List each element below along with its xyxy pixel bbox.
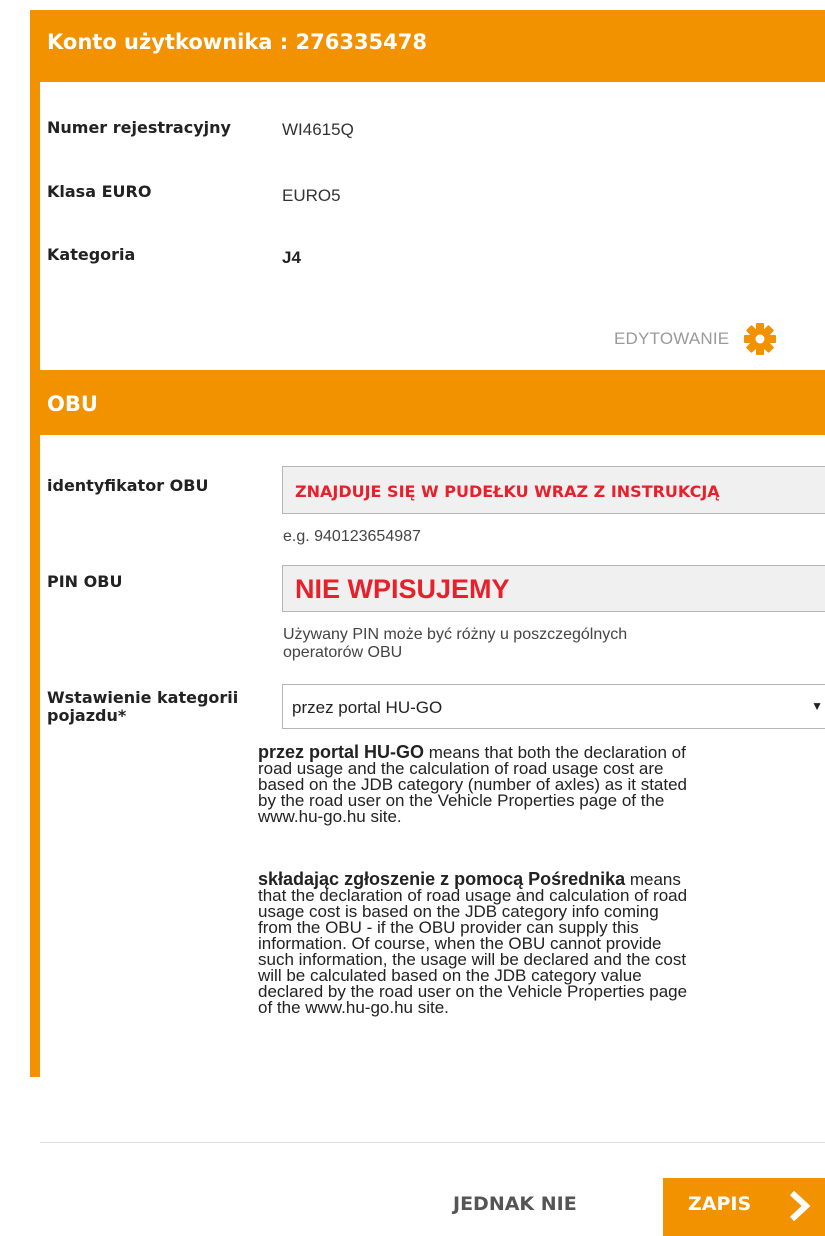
obu-pin-label: PIN OBU [47,572,123,591]
obu-pin-hint-1: Używany PIN może być różny u poszczególn… [283,626,628,643]
category-value: J4 [282,248,301,267]
obu-id-value: ZNAJDUJE SIĘ W PUDEŁKU WRAZ Z INSTRUKCJĄ [295,482,720,501]
save-button[interactable]: ZAPIS [663,1178,825,1236]
edit-button[interactable]: EDYTOWANIE [614,322,777,356]
obu-pin-value: NIE WPISUJEMY [295,574,510,604]
euro-class-label: Klasa EURO [47,182,152,201]
registration-value: WI4615Q [282,120,354,139]
obu-pin-hint-2: operatorów OBU [283,644,403,661]
obu-title: OBU [47,392,98,416]
obu-id-label: identyfikator OBU [47,476,209,495]
vehicle-category-select[interactable]: przez portal HU-GO ▼ [282,684,825,729]
footer-divider [40,1142,825,1143]
desc-intermediary: składając zgłoszenie z pomocą Pośrednika… [258,869,688,1017]
vehicle-category-selected: przez portal HU-GO [292,698,443,717]
obu-id-input[interactable]: ZNAJDUJE SIĘ W PUDEŁKU WRAZ Z INSTRUKCJĄ [282,466,825,514]
save-label: ZAPIS [688,1193,752,1215]
desc-hu-go: przez portal HU-GO means that both the d… [258,742,688,826]
cancel-button[interactable]: JEDNAK NIE [453,1193,577,1215]
account-title: Konto użytkownika : 276335478 [47,30,427,54]
chevron-down-icon: ▼ [811,699,823,713]
euro-class-value: EURO5 [282,186,341,205]
vehicle-category-label-1: Wstawienie kategorii [47,688,239,707]
vehicle-category-label-2: pojazdu* [47,706,127,725]
chevron-right-icon [789,1190,811,1227]
obu-pin-input[interactable]: NIE WPISUJEMY [282,565,825,612]
edit-label: EDYTOWANIE [614,329,730,348]
category-label: Kategoria [47,245,136,264]
obu-id-hint: e.g. 940123654987 [283,528,421,545]
registration-label: Numer rejestracyjny [47,118,231,137]
gear-icon [743,322,777,356]
